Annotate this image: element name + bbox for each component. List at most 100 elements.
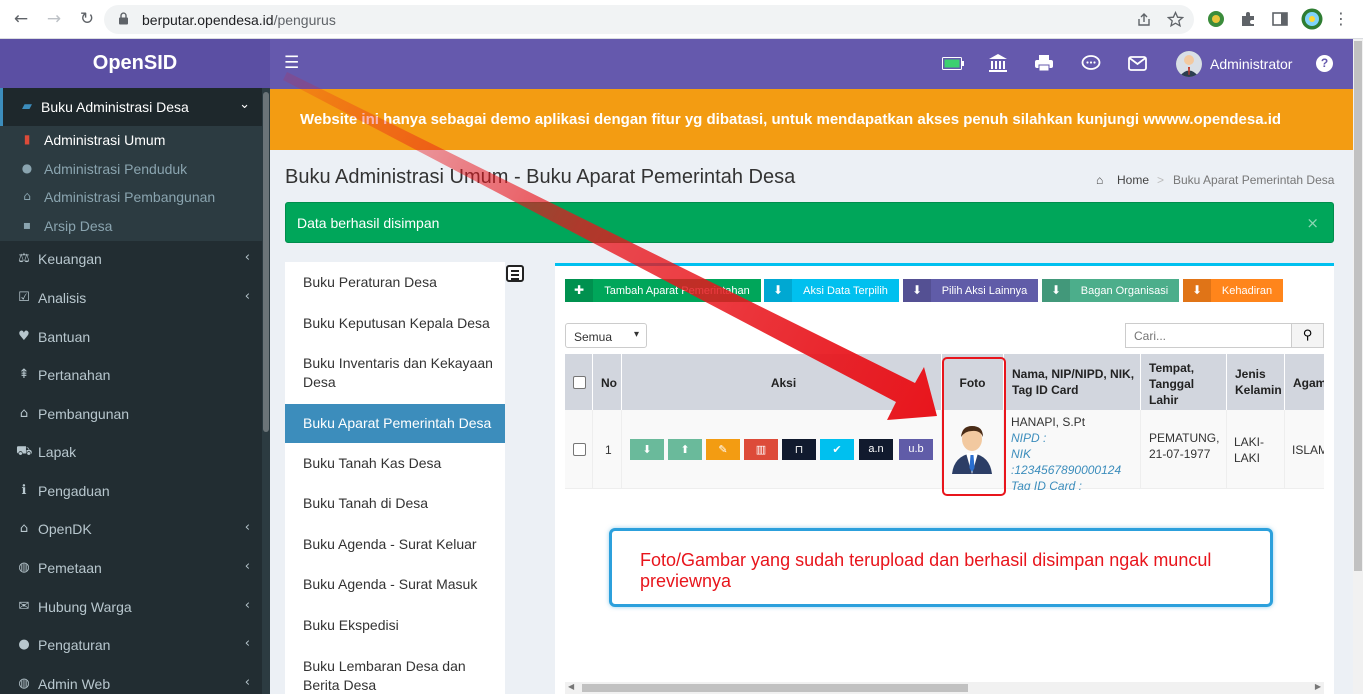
brand-logo[interactable]: OpenSID [0, 39, 270, 88]
select-all-header [565, 354, 593, 410]
sidebar-item-opendk[interactable]: ⌂ OpenDK ‹ [0, 510, 262, 548]
user-name[interactable]: Administrator [1210, 56, 1292, 72]
move-down-button[interactable]: ⬇ [630, 439, 664, 460]
sidebar-scrollbar[interactable] [262, 88, 270, 694]
arrow-circle-down-icon: ⬇ [903, 279, 931, 302]
activate-button[interactable]: ✔ [820, 439, 854, 460]
back-button[interactable]: ← [10, 8, 32, 30]
sidebar-item-buku-administrasi-desa[interactable]: ▰ Buku Administrasi Desa ⌄ [0, 88, 262, 126]
address-bar[interactable]: berputar.opendesa.id/pengurus [104, 5, 1194, 34]
gender-line-1: LAKI- [1234, 435, 1265, 449]
row-gender-cell: LAKI- LAKI [1227, 410, 1285, 489]
sidebar-subitem-administrasi-penduduk[interactable]: ● Administrasi Penduduk [0, 155, 262, 183]
balance-scale-icon: ⚖ [18, 251, 30, 266]
table-horizontal-scrollbar[interactable]: ◀ ▶ [565, 682, 1324, 694]
browser-toolbar: ← → ↻ berputar.opendesa.id/pengurus ⋮ [0, 0, 1363, 39]
delete-button[interactable]: ▥ [744, 439, 778, 460]
book-list-item[interactable]: Buku Ekspedisi [285, 606, 505, 646]
globe-icon: ◍ [18, 676, 30, 691]
add-aparat-button[interactable]: ✚ Tambah Aparat Pemerintahan [565, 279, 761, 302]
search-field[interactable] [1125, 323, 1291, 348]
person-tag-id: Tag ID Card : [1011, 479, 1082, 490]
share-icon[interactable] [1136, 12, 1152, 28]
plus-icon: ✚ [565, 279, 593, 302]
list-toggle-icon[interactable] [506, 265, 524, 282]
bank-icon[interactable] [988, 53, 1008, 73]
row-no-cell: 1 [593, 410, 622, 489]
kehadiran-button[interactable]: ⬇ Kehadiran [1183, 279, 1283, 302]
page-scrollbar[interactable] [1353, 39, 1363, 694]
comments-icon[interactable] [1081, 55, 1101, 72]
url-path: /pengurus [273, 12, 336, 28]
sidebar: OpenSID ▰ Buku Administrasi Desa ⌄ ▮ Adm… [0, 39, 270, 694]
sidebar-item-pemetaan[interactable]: ◍ Pemetaan ‹ [0, 549, 262, 587]
top-navbar: ☰ Administrator ? [270, 39, 1353, 89]
chevron-left-icon: ‹ [244, 636, 250, 651]
bookmark-star-icon[interactable] [1167, 11, 1184, 28]
user-avatar[interactable] [1176, 51, 1202, 77]
button-label: Bagan Organisasi [1080, 285, 1169, 297]
envelope-icon[interactable] [1128, 56, 1147, 71]
bagan-organisasi-button[interactable]: ⬇ Bagan Organisasi [1042, 279, 1179, 302]
row-checkbox[interactable] [573, 443, 586, 456]
sidebar-item-pengaduan[interactable]: ℹ Pengaduan [0, 472, 262, 510]
book-list-item-active[interactable]: Buku Aparat Pemerintah Desa [285, 404, 505, 443]
breadcrumb-home[interactable]: Home [1117, 173, 1149, 187]
select-all-checkbox[interactable] [573, 376, 586, 389]
untuk-beliau-button[interactable]: u.b [899, 439, 933, 460]
status-filter-select[interactable]: Semua ▾ [565, 323, 647, 348]
extensions-puzzle-icon[interactable] [1239, 10, 1257, 28]
edit-button[interactable]: ✎ [706, 439, 740, 460]
battery-icon[interactable] [942, 57, 964, 70]
table-scrollbar-thumb[interactable] [582, 684, 968, 692]
sidebar-item-keuangan[interactable]: ⚖ Keuangan ‹ [0, 240, 262, 278]
forward-button[interactable]: → [43, 8, 65, 30]
pilih-aksi-lainnya-button[interactable]: ⬇ Pilih Aksi Lainnya [903, 279, 1038, 302]
book-list-item[interactable]: Buku Inventaris dan Kekayaan Desa [285, 344, 505, 404]
sidebar-item-pertanahan[interactable]: ⇞ Pertanahan [0, 356, 262, 394]
extension-globe-icon[interactable] [1207, 10, 1225, 28]
side-panel-icon[interactable] [1271, 10, 1289, 28]
heart-icon: ♥ [18, 329, 30, 344]
page-scrollbar-thumb[interactable] [1354, 41, 1362, 571]
browser-menu-icon[interactable]: ⋮ [1333, 8, 1349, 30]
help-icon[interactable]: ? [1316, 55, 1333, 72]
profile-avatar-icon[interactable] [1301, 8, 1323, 30]
button-label: Pilih Aksi Lainnya [941, 285, 1028, 297]
book-list-item[interactable]: Buku Lembaran Desa dan Berita Desa [285, 647, 505, 694]
sidebar-item-pengaturan[interactable]: ● Pengaturan ‹ [0, 626, 262, 664]
sidebar-subitem-arsip-desa[interactable]: ▪ Arsip Desa [0, 212, 262, 240]
book-list-item-label: Buku Aparat Pemerintah Desa [303, 415, 492, 431]
book-list-item[interactable]: Buku Tanah Kas Desa [285, 444, 505, 484]
menu-toggle-icon[interactable]: ☰ [284, 53, 299, 73]
sidebar-item-bantuan[interactable]: ♥ Bantuan [0, 318, 262, 356]
aksi-data-terpilih-button[interactable]: ⬇ Aksi Data Terpilih [764, 279, 899, 302]
print-icon[interactable] [1034, 54, 1054, 72]
close-icon[interactable]: × [1306, 214, 1319, 232]
unlock-button[interactable]: ⊓ [782, 439, 816, 460]
book-list-item[interactable]: Buku Keputusan Kepala Desa [285, 303, 505, 343]
sidebar-subitem-administrasi-umum[interactable]: ▮ Administrasi Umum [0, 126, 262, 154]
search-button[interactable]: ⚲ [1291, 323, 1324, 348]
book-list-item[interactable]: Buku Agenda - Surat Keluar [285, 525, 505, 565]
book-list-item[interactable]: Buku Tanah di Desa [285, 484, 505, 524]
sidebar-scrollbar-thumb[interactable] [263, 92, 269, 432]
sidebar-item-hubung-warga[interactable]: ✉ Hubung Warga ‹ [0, 588, 262, 626]
search-icon: ⚲ [1302, 328, 1313, 343]
sidebar-item-lapak[interactable]: ⛟ Lapak [0, 433, 262, 471]
sidebar-item-admin-web[interactable]: ◍ Admin Web ‹ [0, 665, 262, 694]
sidebar-item-analisis[interactable]: ☑ Analisis ‹ [0, 279, 262, 317]
sidebar-item-pembangunan[interactable]: ⌂ Pembangunan [0, 395, 262, 433]
scroll-right-icon[interactable]: ▶ [1315, 682, 1321, 691]
atas-nama-button[interactable]: a.n [859, 439, 893, 460]
book-list-item[interactable]: Buku Agenda - Surat Masuk [285, 565, 505, 605]
sidebar-subitem-administrasi-pembangunan[interactable]: ⌂ Administrasi Pembangunan [0, 183, 262, 211]
search-input[interactable] [1134, 329, 1284, 343]
book-list-item[interactable]: Buku Peraturan Desa [285, 262, 505, 302]
archive-icon: ▪ [22, 218, 32, 232]
move-up-button[interactable]: ⬆ [668, 439, 702, 460]
reload-button[interactable]: ↻ [76, 8, 98, 30]
row-name-cell: HANAPI, S.Pt NIPD : NIK :123456789000012… [1004, 410, 1141, 490]
lock-icon [119, 12, 128, 25]
scroll-left-icon[interactable]: ◀ [568, 682, 574, 691]
